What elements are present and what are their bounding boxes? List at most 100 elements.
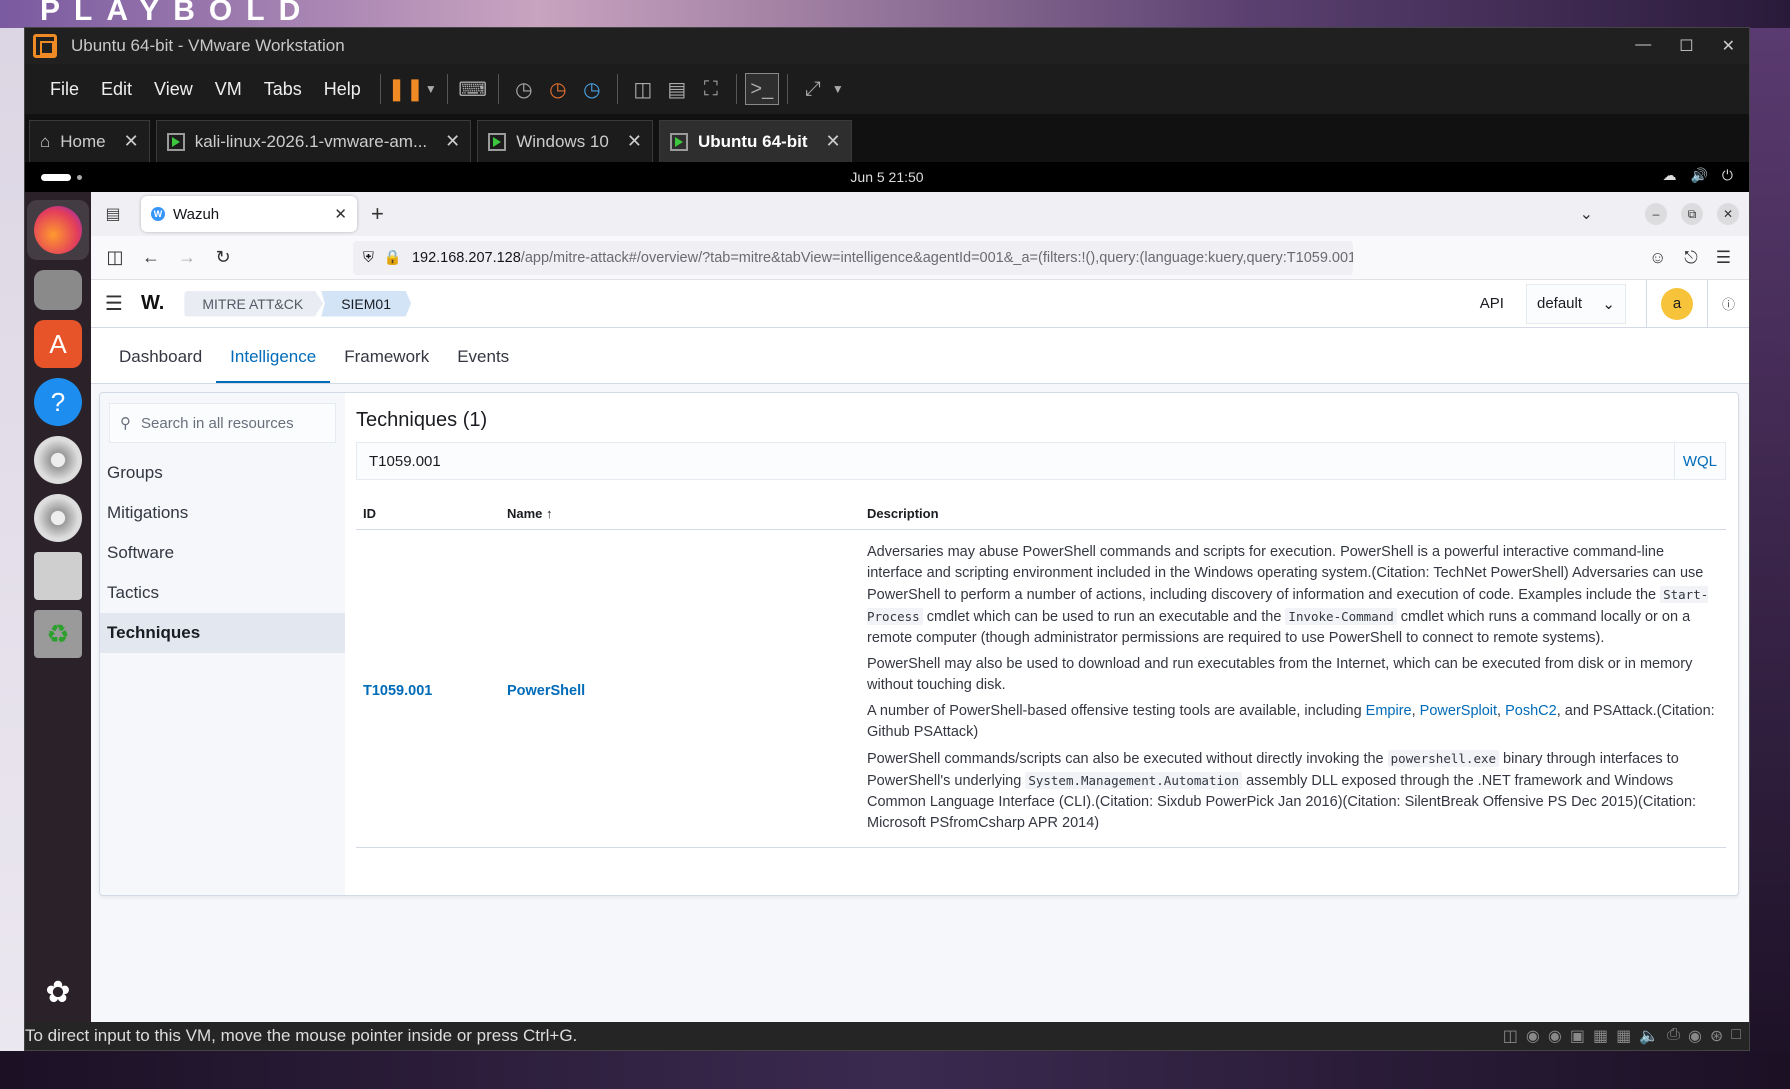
send-ctrl-alt-del-icon[interactable]: ⌨ — [456, 73, 490, 105]
close-tab-icon[interactable]: ✕ — [334, 205, 347, 223]
console-view-icon[interactable]: >_ — [744, 73, 779, 105]
extensions-icon[interactable]: ⎋ — [1684, 248, 1697, 268]
column-header-description[interactable]: Description — [860, 498, 1726, 530]
table-row[interactable]: T1059.001 PowerShell Adversaries may abu… — [356, 529, 1726, 848]
show-library-icon[interactable]: ◫ — [626, 73, 660, 105]
technique-id-link[interactable]: T1059.001 — [356, 529, 500, 848]
network-icon[interactable]: ☁ — [1662, 167, 1676, 184]
tab-events[interactable]: Events — [443, 347, 523, 383]
lock-icon[interactable]: 🔒 — [384, 249, 402, 266]
chevron-down-icon[interactable]: ▼ — [423, 73, 439, 105]
trash-icon[interactable]: ♻ — [34, 610, 82, 658]
hamburger-menu-icon[interactable]: ☰ — [105, 291, 133, 316]
resource-search-input[interactable]: ⚲ Search in all resources — [109, 403, 336, 443]
snapshot-icon[interactable]: ◷ — [507, 73, 541, 105]
tenant-select[interactable]: default ⌄ — [1525, 283, 1626, 324]
column-header-name[interactable]: Name ↑ — [500, 498, 860, 530]
network-adapter-icon[interactable]: ▦ — [1593, 1026, 1608, 1046]
breadcrumb-mitre[interactable]: MITRE ATT&CK — [184, 290, 324, 317]
search-input[interactable]: T1059.001 — [357, 453, 1674, 470]
menu-help[interactable]: Help — [313, 79, 372, 100]
full-screen-icon[interactable]: ⛶ — [694, 73, 728, 105]
menu-file[interactable]: File — [39, 79, 90, 100]
menu-icon[interactable]: ☰ — [1716, 248, 1731, 268]
menu-edit[interactable]: Edit — [90, 79, 143, 100]
minimize-icon[interactable]: — — [1635, 36, 1651, 56]
close-tab-icon[interactable]: ✕ — [825, 131, 840, 152]
technique-name-link[interactable]: PowerShell — [500, 529, 860, 848]
sidebar-item-tactics[interactable]: Tactics — [100, 573, 345, 613]
network-adapter-icon[interactable]: ▦ — [1616, 1026, 1631, 1046]
floppy-icon[interactable]: ▣ — [1570, 1026, 1585, 1046]
close-tab-icon[interactable]: ✕ — [445, 131, 460, 152]
camera-icon[interactable]: ◉ — [1688, 1026, 1702, 1046]
tab-windows10[interactable]: Windows 10 ✕ — [477, 120, 653, 162]
sidebar-item-software[interactable]: Software — [100, 533, 345, 573]
url-bar[interactable]: ⛨ 🔒 192.168.207.128/app/mitre-attack#/ov… — [353, 240, 1353, 275]
cd-dvd-icon[interactable]: ◉ — [1526, 1026, 1540, 1046]
forward-icon[interactable]: → — [171, 242, 203, 274]
dock-item-firefox[interactable] — [27, 200, 89, 260]
hard-disk-icon[interactable]: ◫ — [1503, 1026, 1518, 1046]
cd-dvd-icon[interactable]: ◉ — [1548, 1026, 1562, 1046]
ubuntu-guest-screen[interactable]: Jun 5 21:50 ☁ 🔊 ⏻ A ? ♻ ✿ ▤ W Wazuh ✕ + … — [25, 162, 1749, 1032]
volume-icon[interactable]: 🔊 — [1690, 167, 1707, 184]
tab-ubuntu[interactable]: Ubuntu 64-bit ✕ — [658, 120, 852, 162]
snapshot-manager-icon[interactable]: ◷ — [575, 73, 609, 105]
tab-dashboard[interactable]: Dashboard — [105, 347, 216, 383]
avatar[interactable]: a — [1660, 287, 1693, 320]
floppy-icon[interactable] — [34, 552, 82, 600]
close-tab-icon[interactable]: ✕ — [124, 131, 139, 152]
minimize-icon[interactable]: – — [1645, 203, 1667, 225]
sidebar-item-groups[interactable]: Groups — [100, 453, 345, 493]
sidebar-item-mitigations[interactable]: Mitigations — [100, 493, 345, 533]
tab-framework[interactable]: Framework — [330, 347, 443, 383]
query-language-button[interactable]: WQL — [1673, 443, 1725, 479]
new-tab-icon[interactable]: + — [371, 201, 384, 227]
link-poshc2[interactable]: PoshC2 — [1505, 703, 1557, 719]
tab-kali[interactable]: kali-linux-2026.1-vmware-am... ✕ — [155, 120, 472, 162]
help-icon[interactable]: ⓘ — [1722, 294, 1735, 313]
revert-snapshot-icon[interactable]: ◷ — [541, 73, 575, 105]
api-selector[interactable]: API — [1458, 295, 1526, 312]
app-center-icon[interactable]: A — [34, 320, 82, 368]
maximize-icon[interactable]: ☐ — [1679, 36, 1693, 56]
power-icon[interactable]: ⏻ — [1722, 167, 1733, 184]
restore-icon[interactable]: ⧉ — [1681, 203, 1703, 225]
activities-indicator[interactable] — [41, 174, 71, 181]
thumbnail-bar-icon[interactable]: ▤ — [660, 73, 694, 105]
account-icon[interactable]: ☺ — [1649, 248, 1666, 268]
menu-tabs[interactable]: Tabs — [253, 79, 313, 100]
clock[interactable]: Jun 5 21:50 — [850, 169, 923, 185]
back-icon[interactable]: ← — [135, 242, 167, 274]
disc-icon[interactable] — [34, 494, 82, 542]
files-icon[interactable] — [34, 270, 82, 310]
pause-vm-icon[interactable]: ❚❚ — [387, 73, 424, 105]
disc-icon[interactable] — [34, 436, 82, 484]
link-empire[interactable]: Empire — [1366, 703, 1412, 719]
firefox-view-icon[interactable]: ▤ — [91, 204, 135, 224]
browser-tab-wazuh[interactable]: W Wazuh ✕ — [141, 196, 357, 232]
column-header-id[interactable]: ID — [356, 498, 500, 530]
show-apps-icon[interactable]: ✿ — [34, 968, 82, 1016]
printer-icon[interactable]: ⎙ — [1667, 1026, 1680, 1046]
reload-icon[interactable]: ↻ — [207, 242, 239, 274]
chevron-down-icon[interactable]: ▼ — [830, 73, 846, 105]
menu-view[interactable]: View — [143, 79, 204, 100]
tracking-shield-icon[interactable]: ⛨ — [363, 250, 374, 266]
sidebar-item-techniques[interactable]: Techniques — [100, 613, 345, 653]
stretch-icon[interactable]: ⤢ — [796, 73, 830, 105]
close-icon[interactable]: ✕ — [1722, 36, 1735, 56]
query-bar[interactable]: T1059.001 WQL — [356, 442, 1726, 480]
close-icon[interactable]: ✕ — [1717, 203, 1739, 225]
help-icon[interactable]: ? — [34, 378, 82, 426]
menu-vm[interactable]: VM — [204, 79, 253, 100]
sidebar-toggle-icon[interactable]: ◫ — [99, 242, 131, 274]
tab-home[interactable]: ⌂ Home ✕ — [29, 120, 150, 162]
sound-icon[interactable]: 🔈 — [1639, 1026, 1659, 1046]
wazuh-logo[interactable]: W. — [141, 292, 164, 315]
tab-intelligence[interactable]: Intelligence — [216, 347, 331, 383]
breadcrumb-agent[interactable]: SIEM01 — [321, 290, 412, 317]
list-all-tabs-icon[interactable]: ⌄ — [1580, 204, 1593, 224]
close-tab-icon[interactable]: ✕ — [627, 131, 642, 152]
